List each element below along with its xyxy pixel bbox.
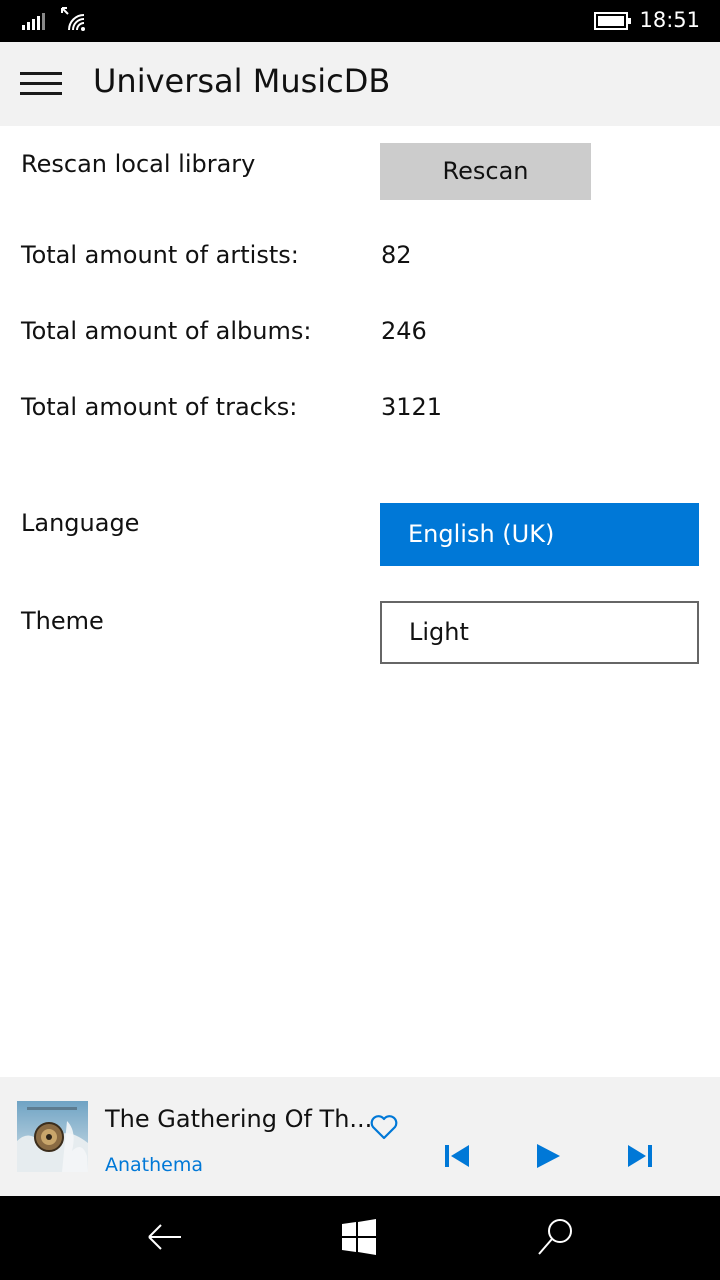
theme-label: Theme [21, 607, 104, 635]
rescan-button[interactable]: Rescan [380, 143, 591, 200]
tracks-count-label: Total amount of tracks: [21, 393, 298, 421]
track-title[interactable]: The Gathering Of Th... [105, 1105, 372, 1133]
now-playing-bar: The Gathering Of Th... Anathema [0, 1077, 720, 1196]
search-icon[interactable] [535, 1216, 577, 1258]
artists-count-value: 82 [381, 241, 412, 269]
albums-count-label: Total amount of albums: [21, 317, 312, 345]
favorite-heart-icon[interactable] [369, 1113, 399, 1141]
tracks-count-value: 3121 [381, 393, 443, 421]
language-dropdown[interactable]: English (UK) [380, 503, 699, 566]
album-art[interactable] [17, 1101, 88, 1172]
app-header: Universal MusicDB [0, 42, 720, 126]
app-title: Universal MusicDB [93, 62, 391, 100]
track-artist[interactable]: Anathema [105, 1154, 203, 1176]
albums-count-value: 246 [381, 317, 427, 345]
language-label: Language [21, 509, 140, 537]
play-icon[interactable] [533, 1141, 563, 1171]
back-arrow-icon[interactable] [143, 1216, 185, 1258]
system-nav-bar [0, 1196, 720, 1280]
next-track-icon[interactable] [625, 1141, 655, 1171]
status-bar: 18:51 [0, 0, 720, 42]
theme-dropdown[interactable]: Light [380, 601, 699, 664]
rescan-label: Rescan local library [21, 150, 256, 178]
battery-icon [594, 12, 631, 30]
previous-track-icon[interactable] [442, 1141, 472, 1171]
clock-time: 18:51 [639, 8, 700, 32]
hamburger-menu-icon[interactable] [20, 70, 64, 98]
artists-count-label: Total amount of artists: [21, 241, 299, 269]
wifi-icon [61, 7, 85, 31]
signal-icon [22, 13, 45, 30]
windows-start-icon[interactable] [338, 1216, 380, 1258]
